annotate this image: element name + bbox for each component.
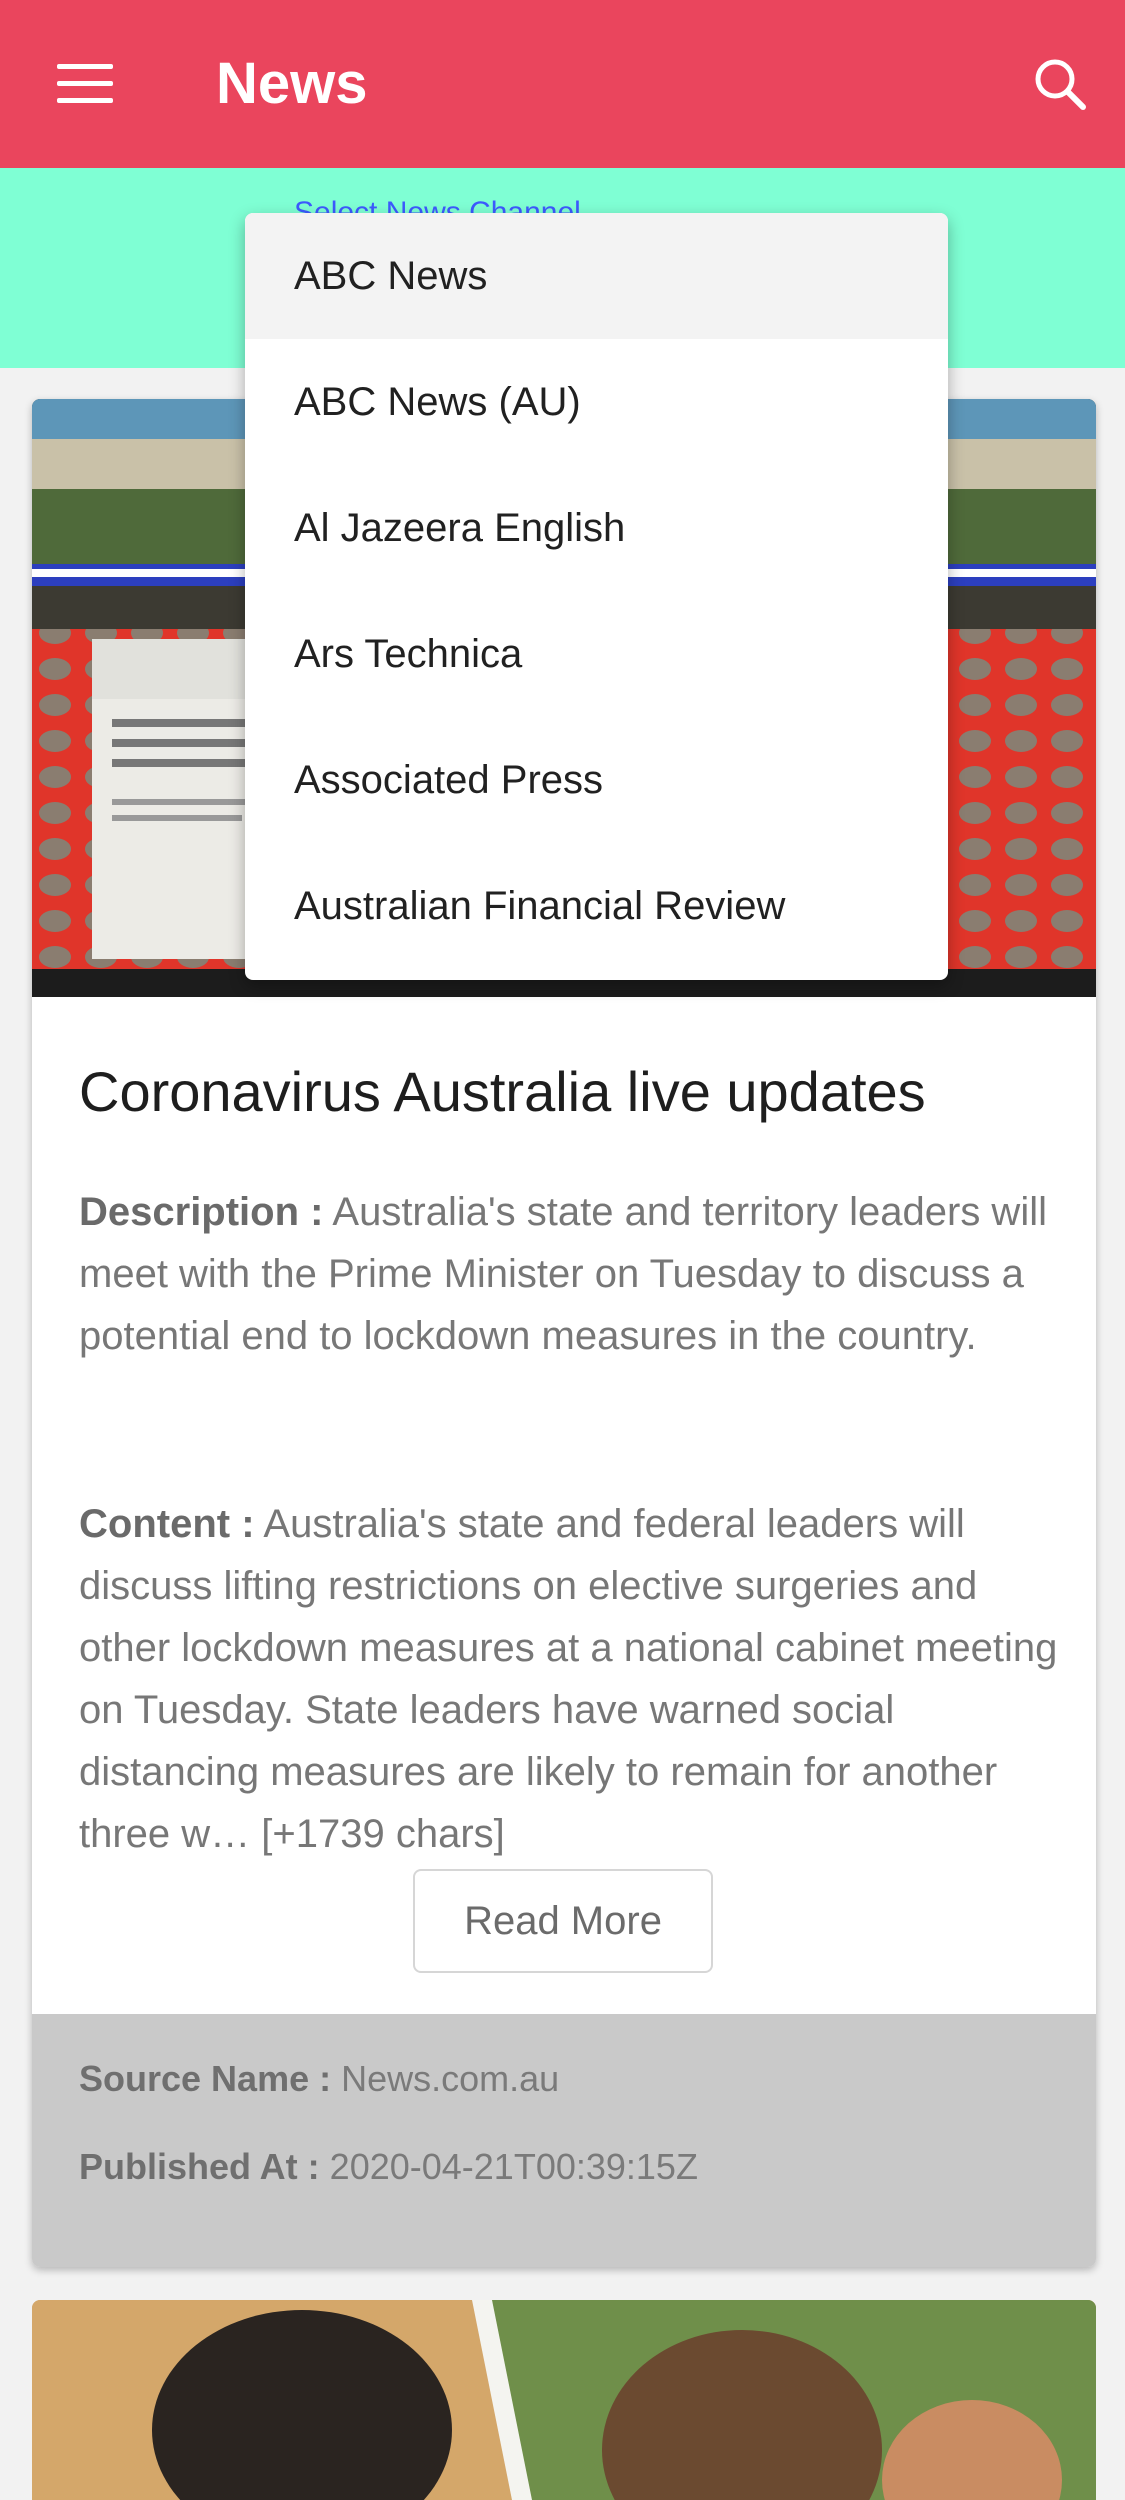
article-content: Content : Australia's state and federal …: [79, 1493, 1069, 1865]
published-label: Published At :: [79, 2146, 320, 2187]
read-more-button[interactable]: Read More: [413, 1869, 713, 1973]
hamburger-menu-icon[interactable]: [40, 44, 130, 124]
app-bar: News: [0, 0, 1125, 168]
published-at-row: Published At : 2020-04-21T00:39:15Z: [79, 2146, 698, 2188]
dropdown-option-abc-news-au[interactable]: ABC News (AU): [245, 339, 948, 465]
published-value: 2020-04-21T00:39:15Z: [319, 2146, 698, 2187]
dropdown-option-al-jazeera-english[interactable]: Al Jazeera English: [245, 465, 948, 591]
article-footer: Source Name : News.com.au Published At :…: [32, 2014, 1096, 2267]
article-description: Description : Australia's state and terr…: [79, 1181, 1069, 1367]
search-icon[interactable]: [1015, 44, 1105, 124]
dropdown-option-associated-press[interactable]: Associated Press: [245, 717, 948, 843]
content-label: Content :: [79, 1502, 255, 1546]
channel-dropdown-menu: ABC News ABC News (AU) Al Jazeera Englis…: [245, 213, 948, 980]
dropdown-option-abc-news[interactable]: ABC News: [245, 213, 948, 339]
article-title: Coronavirus Australia live updates: [79, 1060, 926, 1123]
page-title: News: [216, 51, 368, 116]
description-label: Description :: [79, 1190, 324, 1234]
dropdown-option-ars-technica[interactable]: Ars Technica: [245, 591, 948, 717]
source-name-row: Source Name : News.com.au: [79, 2058, 559, 2100]
source-value: News.com.au: [331, 2058, 560, 2099]
article-card-next[interactable]: [32, 2300, 1096, 2500]
content-text: Australia's state and federal leaders wi…: [79, 1502, 1058, 1856]
dropdown-option-australian-financial-review[interactable]: Australian Financial Review: [245, 843, 948, 969]
source-label: Source Name :: [79, 2058, 332, 2099]
